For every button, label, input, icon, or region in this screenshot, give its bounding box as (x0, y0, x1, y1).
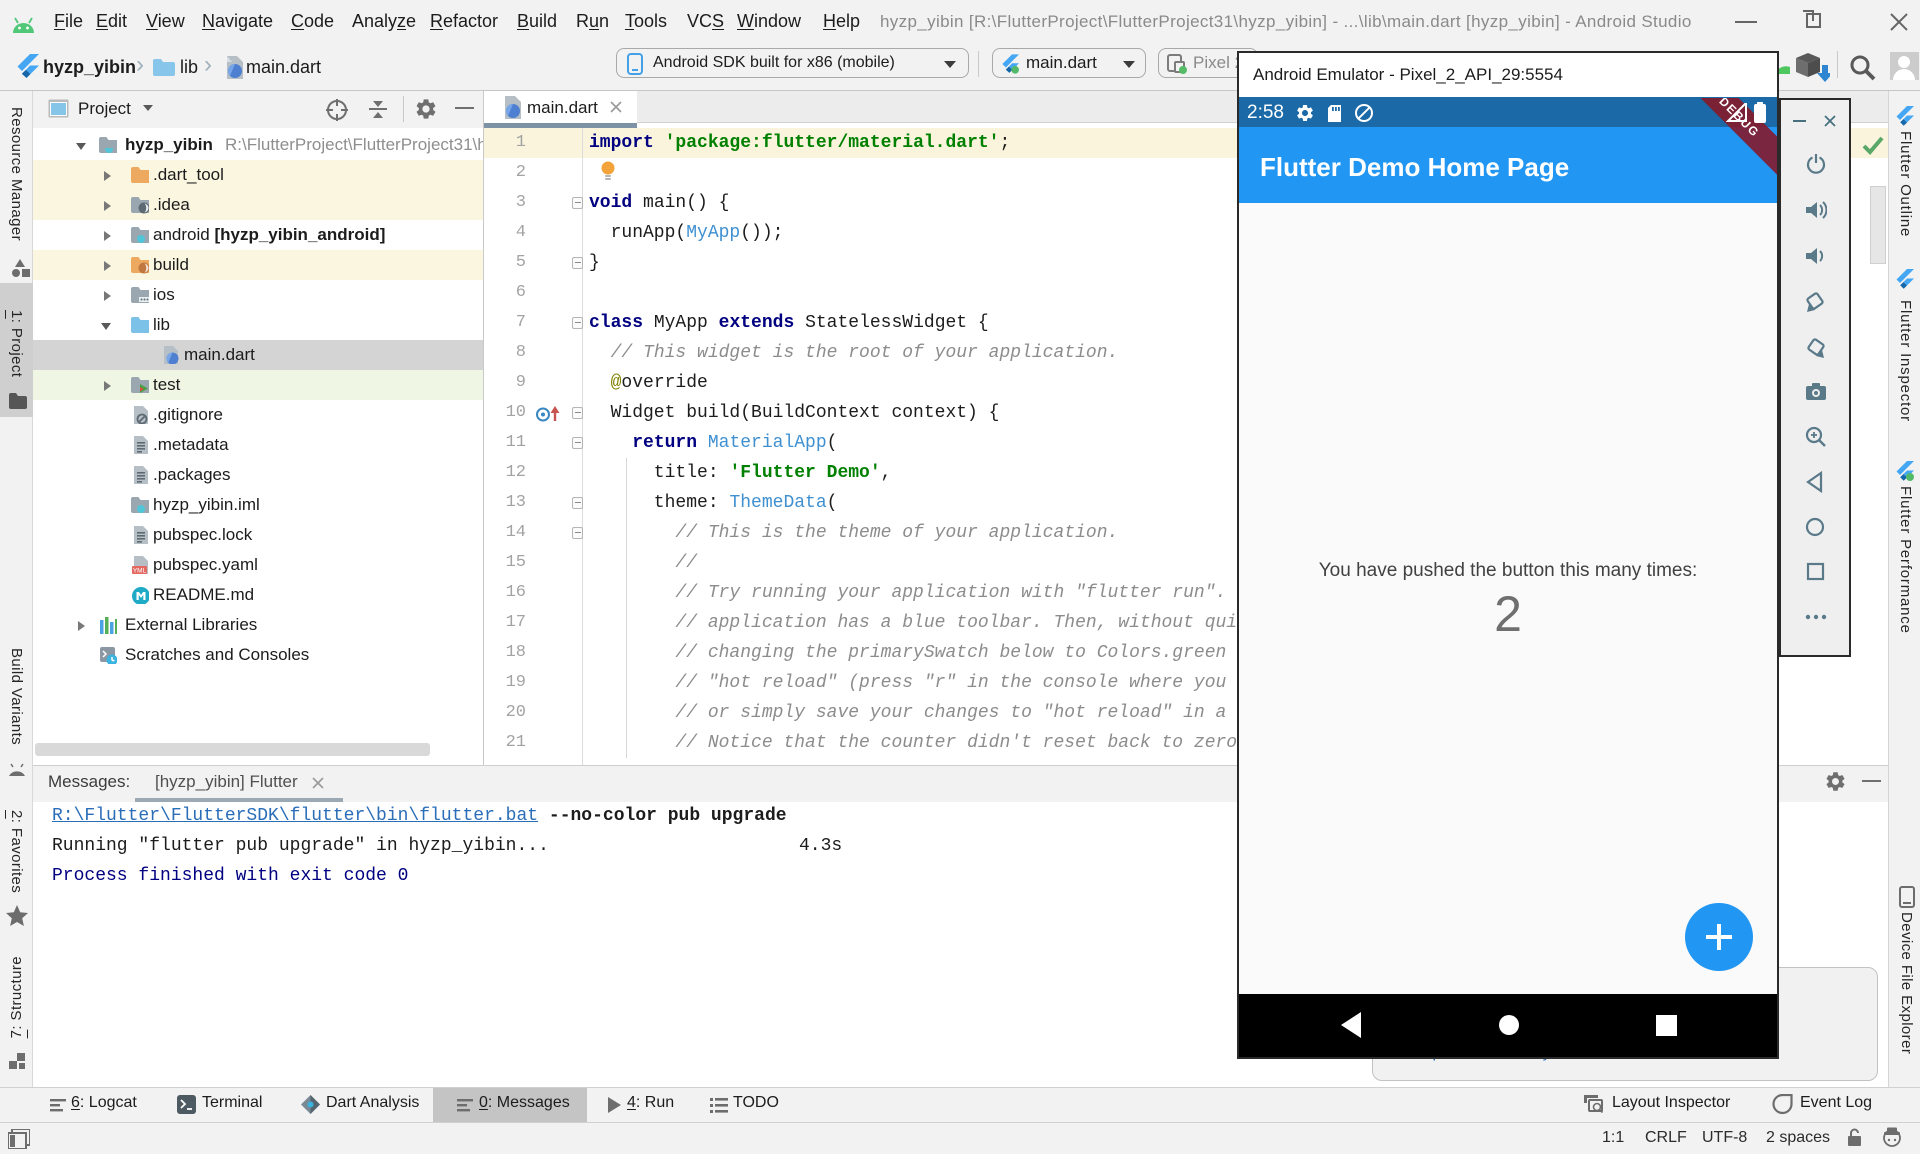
svg-text:YML: YML (133, 568, 147, 575)
